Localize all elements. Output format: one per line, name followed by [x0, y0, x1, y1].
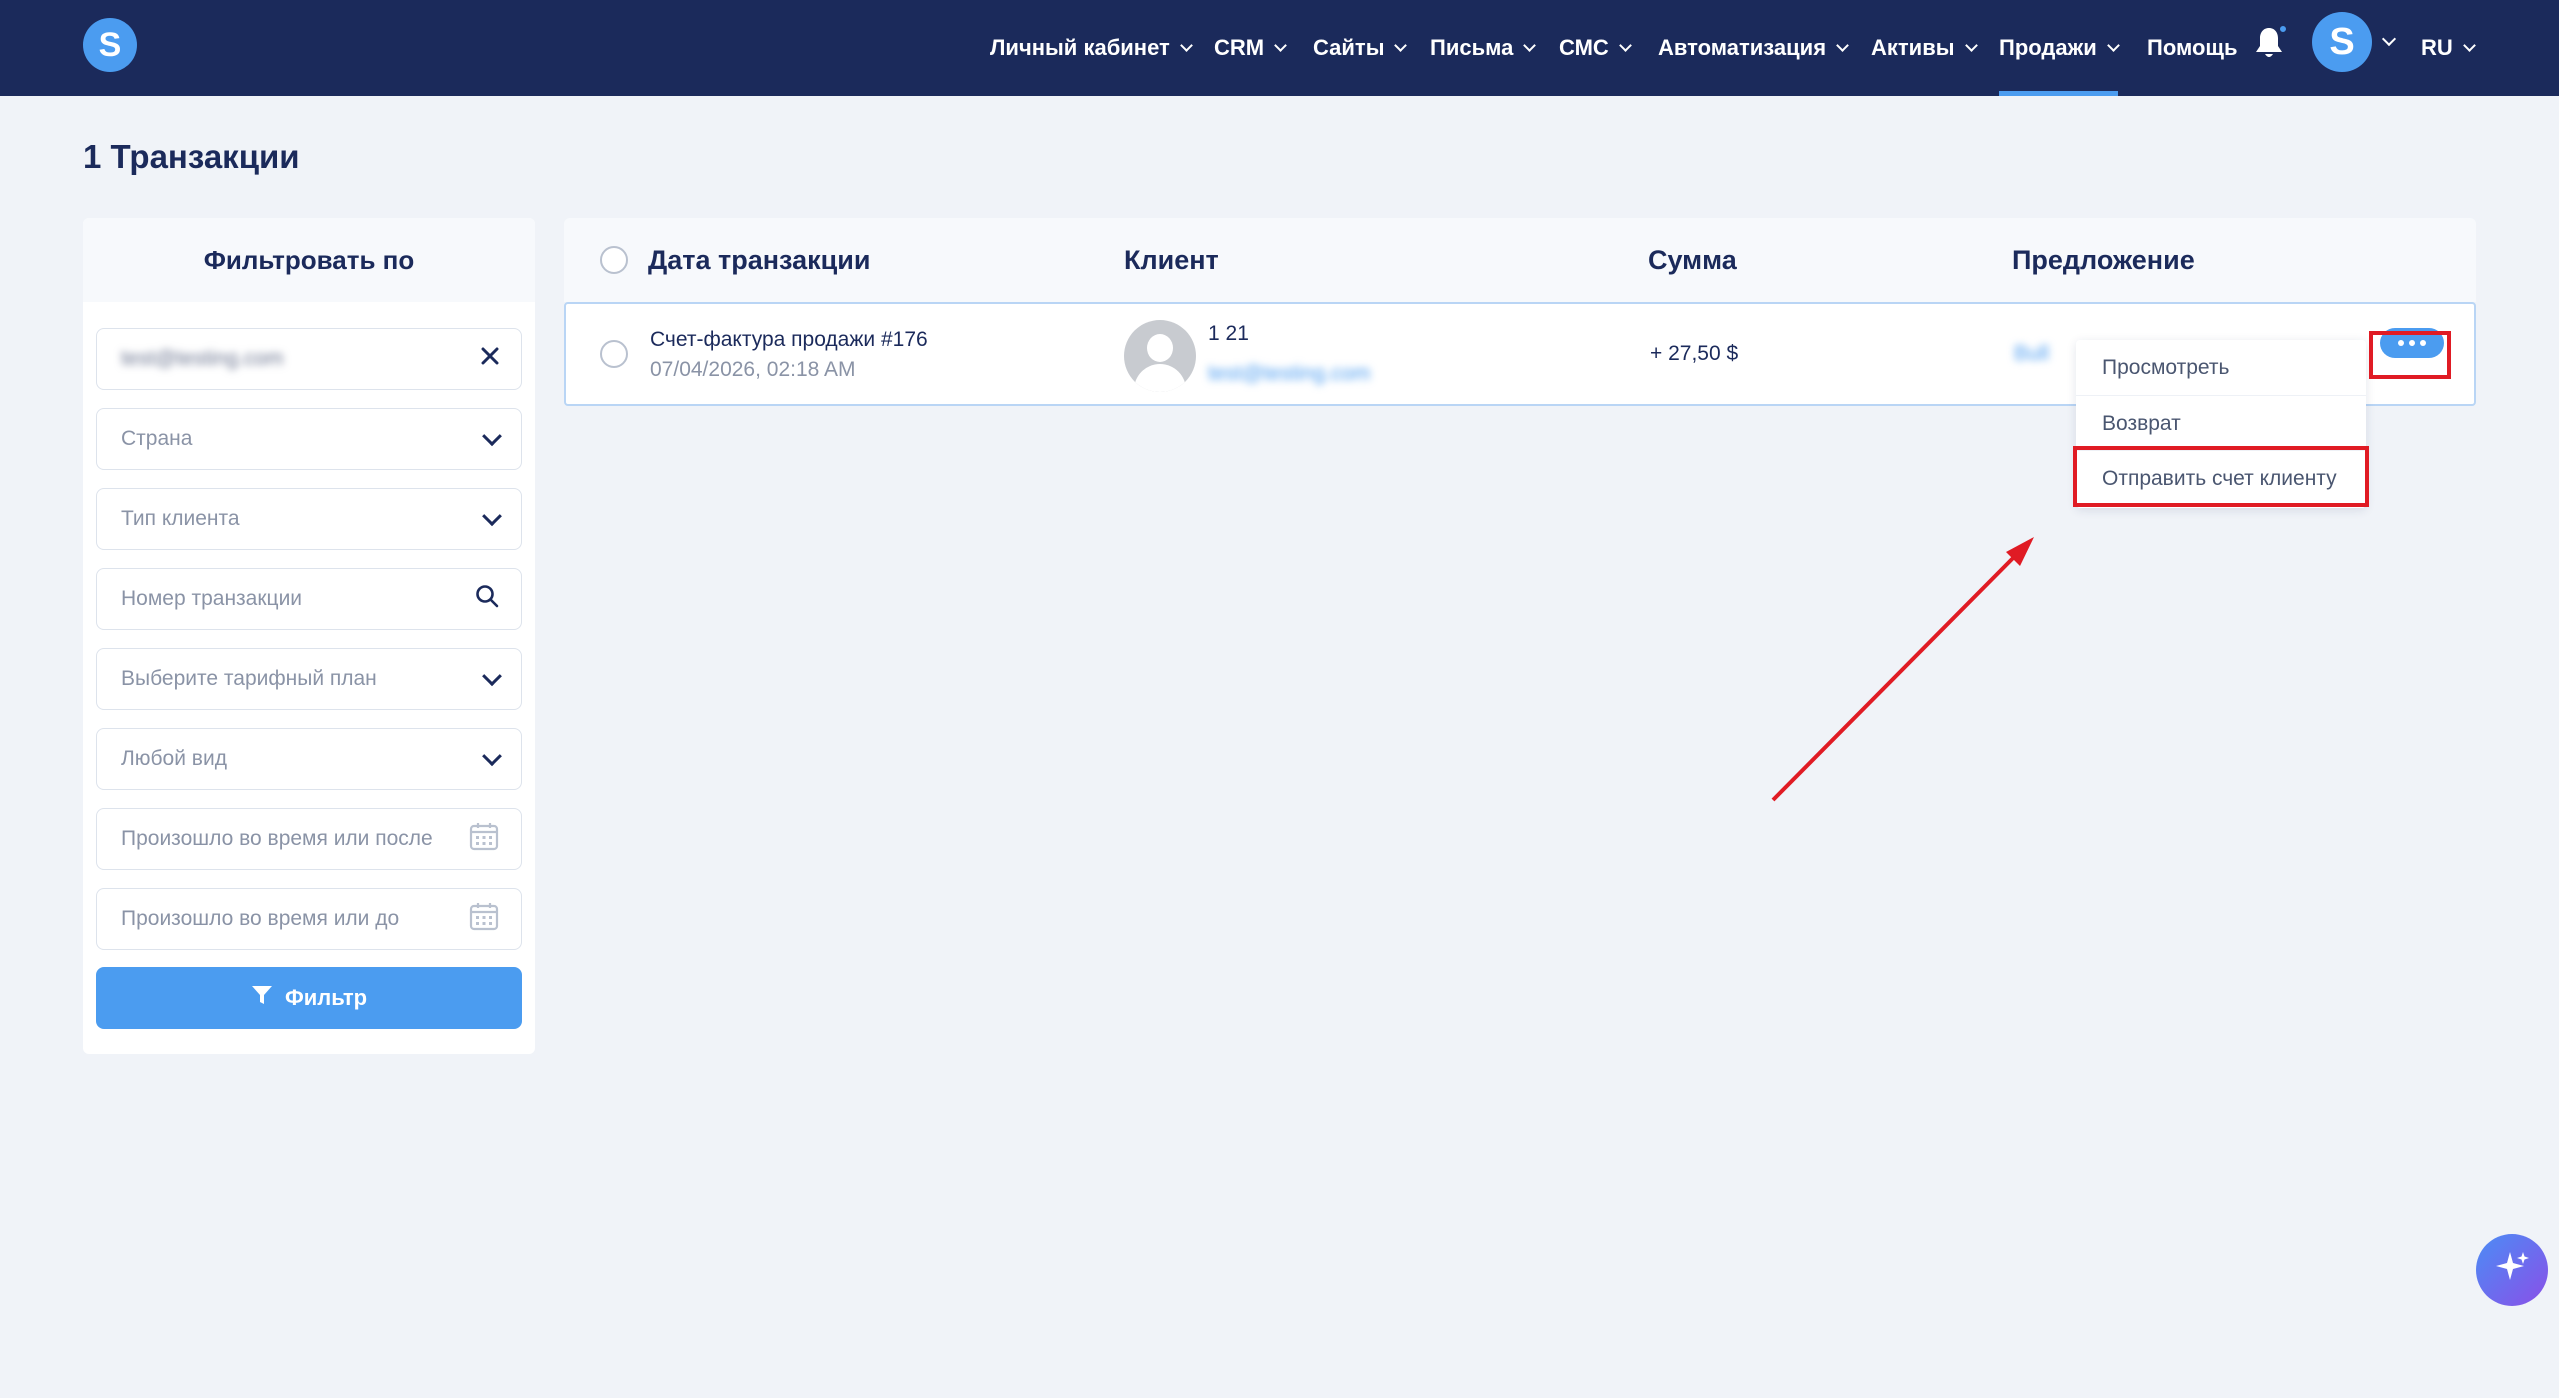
annotation-arrow: [1771, 537, 2034, 802]
ai-assistant-button[interactable]: [2476, 1234, 2548, 1306]
sparkle-icon: [2492, 1248, 2532, 1293]
